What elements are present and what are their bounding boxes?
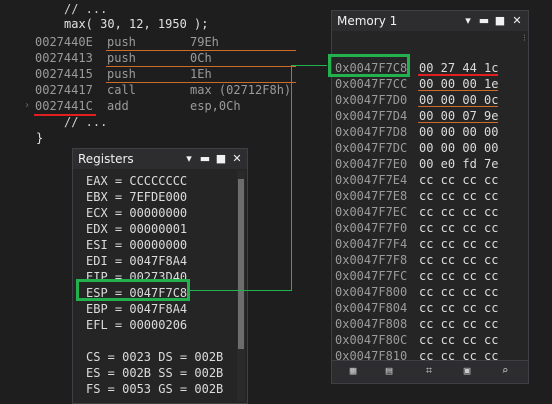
memory-row-address: 0x0047F80C [335,333,408,347]
memory-row-address: 0x0047F808 [335,317,408,331]
memory-row: 0x0047F7E4 cc cc cc cc [332,172,528,188]
memory-row-bytes[interactable]: cc cc cc cc [419,268,498,284]
dropdown-arrow-icon[interactable]: ⁝ [523,33,526,44]
memory-row-bytes[interactable]: cc cc cc cc [419,332,498,348]
memory-row: 0x0047F7E8 cc cc cc cc [332,188,528,204]
window-icon[interactable]: ▣ [460,364,474,378]
memory-row-address: 0x0047F800 [335,285,408,299]
memory-row: 0x0047F7F0 cc cc cc cc [332,220,528,236]
memory-row-bytes[interactable]: cc cc cc cc [419,220,498,236]
memory-row: 0x0047F7FC cc cc cc cc [332,268,528,284]
close-icon[interactable]: ✕ [509,11,525,31]
memory-row: 0x0047F7F8 cc cc cc cc [332,252,528,268]
memory-row-bytes[interactable]: 00 e0 fd 7e [419,156,498,172]
close-icon[interactable]: ✕ [229,149,245,169]
source-line-call-max: max( 30, 12, 1950 ); [64,17,209,31]
memory-address-highlight [328,54,410,77]
reevaluate-icon[interactable]: ▤ [382,364,396,378]
memory-row: 0x0047F7D8 00 00 00 00 [332,124,528,140]
memory-row-bytes[interactable]: cc cc cc cc [419,300,498,316]
underline-push-0 [106,50,296,51]
memory-row-address: 0x0047F7D4 [335,109,408,123]
memory-row: 0x0047F808 cc cc cc cc [332,316,528,332]
memory-row: 0x0047F804 cc cc cc cc [332,300,528,316]
register-row[interactable]: EDI = 0047F8A4 [86,253,187,269]
memory-row-address: 0x0047F7D0 [335,93,408,107]
memory-arg-underline [418,90,498,91]
memory-row-bytes[interactable]: cc cc cc cc [419,172,498,188]
memory-title-bar: Memory 1 ▾ ▬ ■ ✕ [332,11,528,31]
register-row[interactable]: ES = 002B SS = 002B [86,365,223,381]
pin-icon[interactable]: ▬ [197,149,213,169]
search-icon[interactable]: ⌕ [498,364,512,378]
memory-row-address: 0x0047F7CC [335,77,408,91]
memory-row-address: 0x0047F7F0 [335,221,408,235]
columns-icon[interactable]: ▦ [346,364,360,378]
memory-row-address: 0x0047F7D8 [335,125,408,139]
registers-title: Registers [78,152,134,166]
memory-row-bytes[interactable]: cc cc cc cc [419,252,498,268]
registers-scroll-thumb[interactable] [238,179,244,349]
closing-brace: } [36,131,44,145]
register-row[interactable]: EBP = 0047F8A4 [86,301,187,317]
underline-push-2 [106,82,296,83]
memory-row-bytes[interactable]: cc cc cc cc [419,188,498,204]
register-row[interactable]: FS = 0053 GS = 002B [86,381,223,397]
current-line-marker-icon: › [24,100,31,111]
dropdown-arrow-icon[interactable]: ▾ [181,149,197,169]
register-row[interactable]: EAX = CCCCCCCC [86,173,187,189]
memory-row: 0x0047F7DC 00 00 00 00 [332,140,528,156]
memory-row: 0x0047F7F4 cc cc cc cc [332,236,528,252]
memory-row-address: 0x0047F7E8 [335,189,408,203]
memory-row: 0x0047F800 cc cc cc cc [332,284,528,300]
dropdown-arrow-icon[interactable]: ▾ [460,11,476,31]
memory-row-bytes[interactable]: cc cc cc cc [419,284,498,300]
memory-row-bytes[interactable]: cc cc cc cc [419,204,498,220]
memory-row-address: 0x0047F7E4 [335,173,408,187]
memory-row-address: 0x0047F7E0 [335,157,408,171]
register-row[interactable]: ESI = 00000000 [86,237,187,253]
memory-arg-underline [418,106,498,107]
memory-row: 0x0047F7EC cc cc cc cc [332,204,528,220]
memory-row-bytes[interactable]: cc cc cc cc [419,236,498,252]
connector-top [291,65,327,66]
memory-row: 0x0047F80C cc cc cc cc [332,332,528,348]
memory-title: Memory 1 [337,14,398,28]
memory-row-address: 0x0047F7FC [335,269,408,283]
register-row[interactable]: EBX = 7EFDE000 [86,189,187,205]
memory-return-address-underline [418,74,498,76]
memory-row-bytes[interactable]: cc cc cc cc [419,316,498,332]
memory-row-address: 0x0047F804 [335,301,408,315]
register-row[interactable]: EDX = 00000001 [86,221,187,237]
register-row[interactable]: EFL = 00000206 [86,317,187,333]
register-row[interactable]: ECX = 00000000 [86,205,187,221]
registers-scrollbar[interactable] [237,171,245,401]
esp-register-highlight [76,279,190,301]
register-row[interactable]: CS = 0023 DS = 002B [86,349,223,365]
maximize-icon[interactable]: ■ [492,11,508,31]
memory-row-bytes[interactable]: 00 00 00 00 [419,140,498,156]
memory-toolbar: ▦ ▤ ⌗ ▣ ⌕ [332,360,528,383]
connector-vertical [291,65,292,291]
memory-row-bytes[interactable]: 00 00 00 00 [419,124,498,140]
memory-row-address: 0x0047F7F8 [335,253,408,267]
pin-icon[interactable]: ▬ [476,11,492,31]
memory-row-address: 0x0047F7DC [335,141,408,155]
format-icon[interactable]: ⌗ [422,364,436,378]
connector-horizontal [190,290,292,291]
maximize-icon[interactable]: ■ [213,149,229,169]
registers-title-bar: Registers ▾ ▬ ■ ✕ [73,149,247,169]
registers-window: Registers ▾ ▬ ■ ✕ EAX = CCCCCCCC EBX = 7E… [72,148,248,404]
underline-push-1 [106,66,296,67]
memory-row: 0x0047F7E0 00 e0 fd 7e [332,156,528,172]
memory-row-address: 0x0047F7F4 [335,237,408,251]
return-address-underline [34,114,96,116]
disasm-arg: esp,0Ch [190,99,241,113]
memory-row-address: 0x0047F7EC [335,205,408,219]
memory-arg-underline [418,122,498,123]
disasm-op: add [107,99,129,113]
